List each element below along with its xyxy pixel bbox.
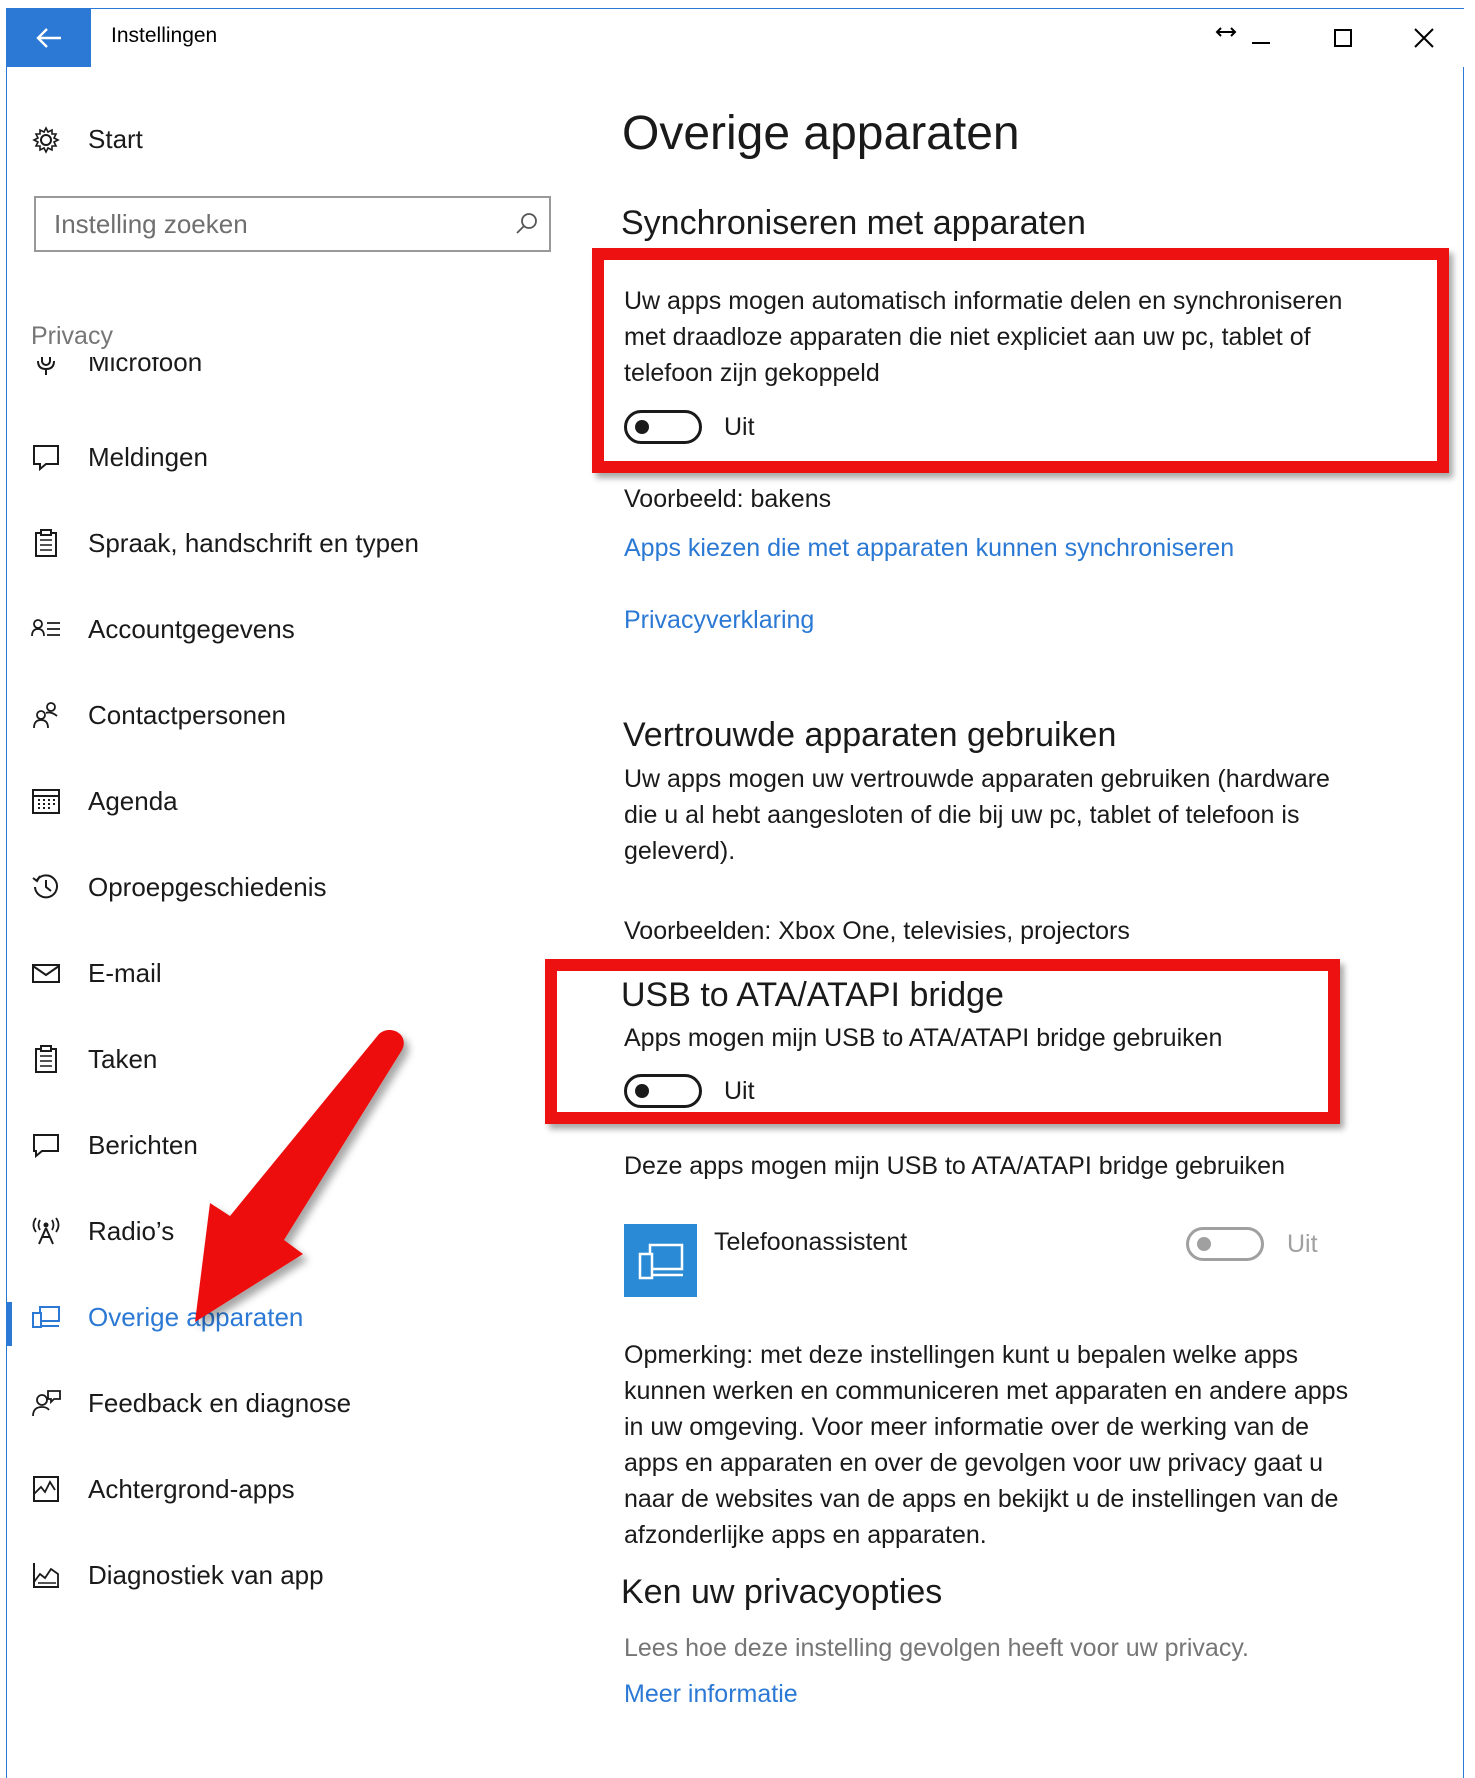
sync-example: Voorbeeld: bakens <box>624 485 832 513</box>
message-icon <box>29 1128 63 1162</box>
radio-icon <box>29 1214 63 1248</box>
sidebar-item-feedback[interactable]: Feedback en diagnose <box>29 1386 469 1426</box>
trusted-examples: Voorbeelden: Xbox One, televisies, proje… <box>624 917 1130 945</box>
sidebar-item-label: Radio’s <box>88 1216 175 1246</box>
selection-indicator <box>7 1302 12 1346</box>
note-line: apps en apparaten en over de gevolgen vo… <box>624 1449 1324 1477</box>
trusted-description-line: geleverd). <box>624 837 736 865</box>
note-line: in uw omgeving. Voor meer informatie ove… <box>624 1413 1310 1441</box>
background-apps-icon <box>29 1472 63 1506</box>
minimize-button[interactable] <box>1241 18 1281 58</box>
sidebar-item-agenda[interactable]: Agenda <box>29 784 449 824</box>
sidebar-item-label: Spraak, handschrift en typen <box>88 528 419 558</box>
close-button[interactable] <box>1404 18 1444 58</box>
app-toggle-state: Uit <box>1287 1230 1318 1258</box>
maximize-icon <box>1334 29 1352 47</box>
sidebar-item-email[interactable]: E-mail <box>29 956 449 996</box>
sidebar-item-label: Meldingen <box>88 442 208 472</box>
minimize-icon <box>1252 42 1270 44</box>
sidebar-item-achtergrond-apps[interactable]: Achtergrond-apps <box>29 1472 449 1512</box>
trusted-description-line: Uw apps mogen uw vertrouwde apparaten ge… <box>624 765 1330 793</box>
app-toggle[interactable] <box>1186 1227 1264 1261</box>
notification-icon <box>29 440 63 474</box>
contacts-icon <box>29 698 63 732</box>
calendar-icon <box>29 784 63 818</box>
search-input[interactable] <box>54 198 494 250</box>
annotation-arrow <box>195 1029 404 1322</box>
sidebar-item-spraak[interactable]: Spraak, handschrift en typen <box>29 526 489 566</box>
sidebar-item-meldingen[interactable]: Meldingen <box>29 440 449 480</box>
privacy-options-description: Lees hoe deze instelling gevolgen heeft … <box>624 1634 1249 1662</box>
sidebar-item-label: E-mail <box>88 958 162 988</box>
highlight-box-usb <box>545 959 1340 1124</box>
clipboard-icon <box>29 526 63 560</box>
highlight-box-sync <box>592 248 1449 473</box>
microphone-icon <box>29 357 63 379</box>
note-line: kunnen werken en communiceren met appara… <box>624 1377 1349 1405</box>
note-paragraph: Opmerking: met deze instellingen kunt u … <box>624 1337 1444 1553</box>
maximize-button[interactable] <box>1323 18 1363 58</box>
usb-apps-label: Deze apps mogen mijn USB to ATA/ATAPI br… <box>624 1152 1285 1180</box>
sidebar-item-label: Oproepgeschiedenis <box>88 872 327 902</box>
trusted-description: Uw apps mogen uw vertrouwde apparaten ge… <box>624 761 1424 869</box>
tasks-icon <box>29 1042 63 1076</box>
sidebar-item-label: Contactpersonen <box>88 700 287 730</box>
gear-icon <box>29 123 63 157</box>
choose-apps-link[interactable]: Apps kiezen die met apparaten kunnen syn… <box>624 534 1234 563</box>
more-info-link[interactable]: Meer informatie <box>624 1680 798 1709</box>
home-link[interactable]: Start <box>29 121 269 161</box>
app-name: Telefoonassistent <box>714 1228 908 1256</box>
sidebar-item-label: Accountgegevens <box>88 614 295 644</box>
search-box[interactable] <box>34 196 551 252</box>
home-label: Start <box>88 124 143 154</box>
section-label-privacy: Privacy <box>31 322 113 350</box>
account-info-icon <box>29 612 63 646</box>
close-icon <box>1414 28 1434 48</box>
privacy-statement-link[interactable]: Privacyverklaring <box>624 606 814 635</box>
search-icon <box>516 213 537 234</box>
note-line: naar de websites van de apps en bekijkt … <box>624 1485 1339 1513</box>
sidebar-item-label: Achtergrond-apps <box>88 1474 295 1504</box>
note-line: afzonderlijke apps en apparaten. <box>624 1521 987 1549</box>
trusted-description-line: die u al hebt aangesloten of die bij uw … <box>624 801 1300 829</box>
sidebar-item-label: Taken <box>88 1044 158 1074</box>
mail-icon <box>29 956 63 990</box>
history-icon <box>29 870 63 904</box>
app-tile-telefoonassistent <box>624 1224 697 1297</box>
privacy-options-heading: Ken uw privacyopties <box>621 1573 943 1611</box>
sync-heading: Synchroniseren met apparaten <box>621 204 1086 242</box>
devices-icon <box>29 1300 63 1334</box>
sidebar-item-diagnostiek[interactable]: Diagnostiek van app <box>29 1558 449 1598</box>
sidebar-item-contactpersonen[interactable]: Contactpersonen <box>29 698 449 738</box>
resize-icon <box>1206 12 1246 52</box>
app-diagnostics-icon <box>29 1558 63 1592</box>
sidebar-item-label: Agenda <box>88 786 178 816</box>
sidebar-item-oproepgeschiedenis[interactable]: Oproepgeschiedenis <box>29 870 449 910</box>
toggle-knob <box>1197 1237 1211 1251</box>
sidebar-item-label: Diagnostiek van app <box>88 1560 324 1590</box>
sidebar-item-label: Microfoon <box>88 357 203 377</box>
sidebar-item-accountgegevens[interactable]: Accountgegevens <box>29 612 449 652</box>
note-line: Opmerking: met deze instellingen kunt u … <box>624 1341 1299 1369</box>
window-title: Instellingen <box>111 24 218 47</box>
back-button[interactable] <box>7 9 91 67</box>
back-arrow-icon <box>36 28 61 48</box>
sidebar-item-microfoon[interactable]: Microfoon <box>29 357 329 387</box>
trusted-heading: Vertrouwde apparaten gebruiken <box>623 716 1117 754</box>
feedback-icon <box>29 1386 63 1420</box>
page-title: Overige apparaten <box>622 107 1020 160</box>
sidebar-item-label: Feedback en diagnose <box>88 1388 352 1418</box>
phone-companion-icon <box>638 1243 683 1279</box>
